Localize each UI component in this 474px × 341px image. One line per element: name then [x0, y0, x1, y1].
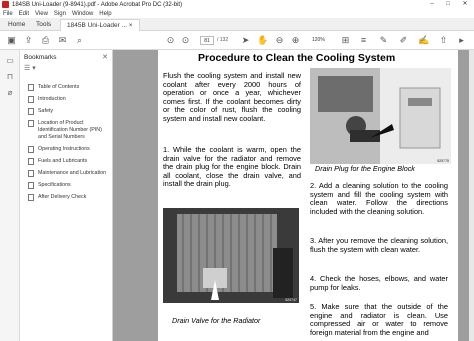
engine-block-caption: Drain Plug for the Engine Block: [315, 164, 415, 173]
menu-help[interactable]: Help: [99, 11, 111, 17]
window-titlebar: 184SB Uni-Loader (9-8941).pdf - Adobe Ac…: [0, 0, 474, 9]
menu-sign[interactable]: Sign: [54, 11, 66, 17]
page-up-icon[interactable]: ⊙: [165, 35, 176, 46]
tab-home[interactable]: Home: [2, 19, 31, 31]
document-viewport[interactable]: Procedure to Clean the Cooling System Fl…: [113, 50, 474, 341]
bookmark-page-icon: [28, 96, 34, 103]
page-total: / 132: [217, 37, 229, 43]
step-3-paragraph: 3. After you remove the cleaning solutio…: [310, 236, 448, 254]
bookmark-item[interactable]: Maintenance and Lubrication: [22, 170, 112, 177]
acrobat-app-icon: [2, 1, 9, 8]
tab-tools[interactable]: Tools: [30, 19, 57, 31]
page-down-icon[interactable]: ⊙: [180, 35, 191, 46]
bookmark-page-icon: [28, 108, 34, 115]
radiator-caption: Drain Valve for the Radiator: [172, 316, 261, 325]
pdf-page: Procedure to Clean the Cooling System Fl…: [158, 50, 458, 341]
bookmark-item[interactable]: Table of Contents: [22, 84, 112, 91]
bookmark-page-icon: [28, 146, 34, 153]
tab-bar: Home Tools 1845B Uni-Loader ... ×: [0, 18, 474, 31]
save-icon[interactable]: ▣: [6, 35, 17, 46]
menu-window[interactable]: Window: [72, 11, 93, 17]
figure-number: 825775: [437, 159, 449, 163]
bookmarks-panel: Bookmarks ✕ ☰ ▾ Table of Contents Introd…: [20, 50, 113, 341]
scroll-mode-icon[interactable]: ≡: [358, 35, 369, 46]
search-icon[interactable]: ⌕: [74, 35, 85, 46]
menu-bar: File Edit View Sign Window Help: [0, 9, 474, 18]
highlight-icon[interactable]: ✐: [398, 35, 409, 46]
zoom-select[interactable]: 120%: [312, 36, 334, 45]
step-2-paragraph: 2. Add a cleaning solution to the coolin…: [310, 181, 448, 216]
window-title: 184SB Uni-Loader (9-8941).pdf - Adobe Ac…: [12, 1, 183, 8]
intro-paragraph: Flush the cooling system and install new…: [163, 71, 301, 123]
email-icon[interactable]: ✉: [57, 35, 68, 46]
bookmark-item[interactable]: Safety: [22, 108, 112, 115]
step-1-paragraph: 1. While the coolant is warm, open the d…: [163, 145, 301, 189]
menu-edit[interactable]: Edit: [19, 11, 29, 17]
minimize-icon[interactable]: –: [426, 0, 438, 9]
comment-icon[interactable]: ✎: [378, 35, 389, 46]
zoom-in-icon[interactable]: ⊕: [290, 35, 301, 46]
engine-block-illustration: [310, 68, 451, 164]
page-number-input[interactable]: 81: [200, 36, 214, 45]
figure-number: 825747: [285, 298, 297, 302]
step-5-paragraph: 5. Make sure that the outside of the eng…: [310, 302, 448, 337]
upload-icon[interactable]: ⇪: [23, 35, 34, 46]
bookmark-item[interactable]: Location of Product Identification Numbe…: [22, 120, 112, 141]
bookmark-page-icon: [28, 182, 34, 189]
bookmark-item[interactable]: After Delivery Check: [22, 194, 112, 201]
page-title: Procedure to Clean the Cooling System: [198, 52, 396, 64]
share-icon[interactable]: ⇧: [438, 35, 449, 46]
bookmark-page-icon: [28, 84, 34, 91]
tab-document[interactable]: 1845B Uni-Loader ... ×: [60, 19, 140, 31]
bookmark-icon[interactable]: ⊓: [5, 72, 15, 82]
bookmark-item[interactable]: Operating Instructions: [22, 146, 112, 153]
bookmarks-header: Bookmarks: [24, 54, 57, 61]
radiator-drain-photo: 825747: [163, 208, 299, 303]
more-tools-icon[interactable]: ▸: [456, 35, 467, 46]
close-panel-icon[interactable]: ✕: [102, 53, 108, 61]
menu-file[interactable]: File: [3, 11, 13, 17]
bookmark-page-icon: [28, 170, 34, 177]
step-4-paragraph: 4. Check the hoses, elbows, and water pu…: [310, 274, 448, 292]
bookmark-item[interactable]: Introduction: [22, 96, 112, 103]
page-thumbnails-icon[interactable]: ▭: [5, 56, 15, 66]
hand-tool-icon[interactable]: ✋: [257, 35, 268, 46]
toolbar: ▣ ⇪ ⎙ ✉ ⌕ ⊙ ⊙ 81 / 132 ➤ ✋ ⊖ ⊕ 120% ⊞ ≡ …: [0, 31, 474, 50]
vertical-scrollbar[interactable]: [469, 50, 474, 341]
zoom-out-icon[interactable]: ⊖: [274, 35, 285, 46]
engine-block-drain-photo: 825775: [310, 68, 451, 164]
bookmark-item[interactable]: Specifications: [22, 182, 112, 189]
sign-icon[interactable]: ✍: [418, 35, 429, 46]
close-window-icon[interactable]: ✕: [459, 0, 471, 9]
menu-view[interactable]: View: [35, 11, 48, 17]
select-cursor-icon[interactable]: ➤: [240, 35, 251, 46]
maximize-icon[interactable]: □: [442, 0, 454, 9]
attachment-icon[interactable]: ⌀: [5, 88, 15, 98]
bookmark-page-icon: [28, 120, 34, 127]
bookmark-page-icon: [28, 194, 34, 201]
bookmark-page-icon: [28, 158, 34, 165]
bookmark-options-icon[interactable]: ☰ ▾: [24, 64, 36, 72]
fit-page-icon[interactable]: ⊞: [340, 35, 351, 46]
bookmark-item[interactable]: Fuels and Lubricants: [22, 158, 112, 165]
navigation-pane-strip: ▭ ⊓ ⌀: [0, 50, 20, 341]
radiator-illustration: [163, 208, 299, 303]
bookmark-list: Table of Contents Introduction Safety Lo…: [22, 84, 112, 206]
print-icon[interactable]: ⎙: [40, 35, 51, 46]
